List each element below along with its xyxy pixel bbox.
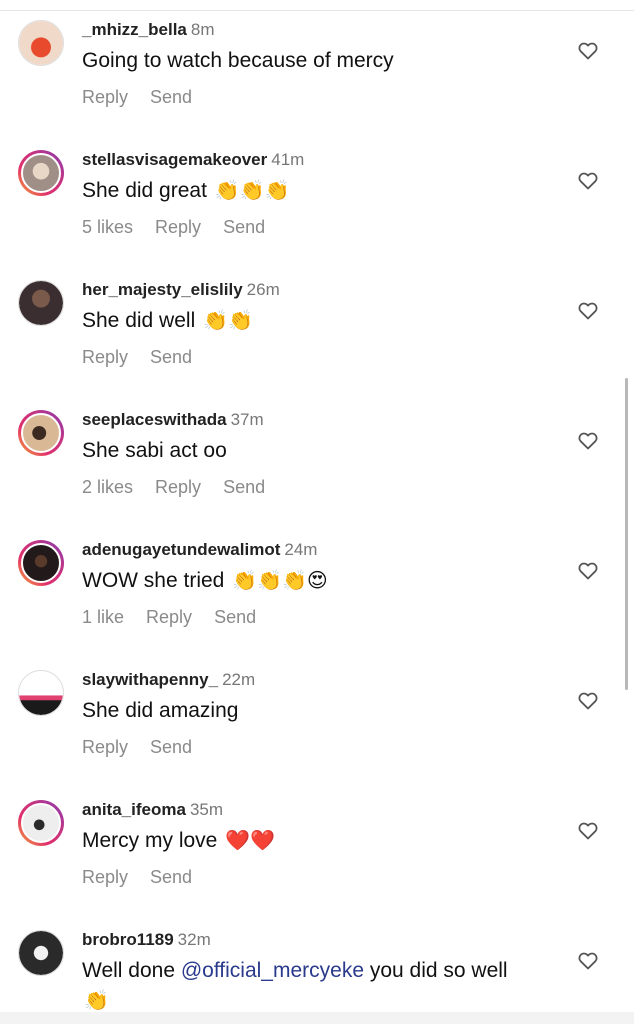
likes-count[interactable]: 2 likes bbox=[82, 477, 133, 497]
timestamp: 24m bbox=[284, 540, 318, 559]
username[interactable]: seeplaceswithada bbox=[82, 410, 227, 429]
comment-item: slaywithapenny_ 22m She did amazing Reply… bbox=[0, 664, 634, 794]
comment-actions: 2 likes Reply Send bbox=[82, 476, 287, 498]
bottom-edge bbox=[0, 1012, 634, 1024]
comment-text: Going to watch because of mercy bbox=[82, 46, 537, 76]
heart-outline-icon[interactable] bbox=[576, 428, 600, 452]
send-button[interactable]: Send bbox=[214, 607, 256, 627]
timestamp: 41m bbox=[271, 150, 305, 169]
heart-outline-icon[interactable] bbox=[576, 38, 600, 62]
comment-text: She did great 👏👏👏 bbox=[82, 176, 537, 206]
timestamp: 37m bbox=[230, 410, 264, 429]
comment-text-after: you did so well bbox=[364, 959, 508, 982]
comment-meta: adenugayetundewalimot 24m bbox=[82, 540, 317, 560]
comments-list: _mhizz_bella 8m Going to watch because of… bbox=[0, 0, 634, 1024]
comment-meta: her_majesty_elislily 26m bbox=[82, 280, 280, 300]
reply-button[interactable]: Reply bbox=[155, 217, 201, 237]
comment-actions: Reply Send bbox=[82, 86, 214, 108]
comment-meta: anita_ifeoma 35m bbox=[82, 800, 223, 820]
reply-button[interactable]: Reply bbox=[82, 347, 128, 367]
avatar[interactable] bbox=[18, 930, 64, 976]
timestamp: 35m bbox=[189, 800, 224, 819]
comment-item: her_majesty_elislily 26m She did well 👏👏 … bbox=[0, 274, 634, 404]
send-button[interactable]: Send bbox=[223, 217, 265, 237]
clapping-hands-emoji: 👏👏👏 bbox=[214, 180, 290, 202]
avatar[interactable] bbox=[18, 150, 64, 196]
timestamp: 26m bbox=[246, 280, 280, 299]
reply-button[interactable]: Reply bbox=[82, 737, 128, 757]
avatar[interactable] bbox=[18, 540, 64, 586]
comment-text: She did amazing bbox=[82, 696, 537, 726]
send-button[interactable]: Send bbox=[150, 737, 192, 757]
avatar[interactable] bbox=[18, 280, 64, 326]
clapping-hands-emoji: 👏👏 bbox=[203, 310, 253, 332]
comment-actions: 1 like Reply Send bbox=[82, 606, 278, 628]
comment-meta: stellasvisagemakeover 41m bbox=[82, 150, 304, 170]
username[interactable]: slaywithapenny_ bbox=[82, 670, 218, 689]
comment-meta: brobro1189 32m bbox=[82, 930, 211, 950]
heart-outline-icon[interactable] bbox=[576, 168, 600, 192]
comment-item: brobro1189 32m Well done @official_mercye… bbox=[0, 924, 634, 1024]
username[interactable]: adenugayetundewalimot bbox=[82, 540, 280, 559]
mention-link[interactable]: @official_mercyeke bbox=[181, 959, 364, 982]
comment-item: _mhizz_bella 8m Going to watch because of… bbox=[0, 14, 634, 144]
comment-text: Mercy my love ❤️❤️ bbox=[82, 826, 537, 856]
comment-text-body: She did amazing bbox=[82, 699, 239, 722]
comment-text-body: She did great bbox=[82, 179, 207, 202]
heart-outline-icon[interactable] bbox=[576, 558, 600, 582]
comment-meta: seeplaceswithada 37m bbox=[82, 410, 264, 430]
comment-text: She did well 👏👏 bbox=[82, 306, 537, 336]
avatar[interactable] bbox=[18, 670, 64, 716]
heart-outline-icon[interactable] bbox=[576, 688, 600, 712]
send-button[interactable]: Send bbox=[150, 347, 192, 367]
comment-text-body: She sabi act oo bbox=[82, 439, 227, 462]
reply-button[interactable]: Reply bbox=[82, 87, 128, 107]
reply-button[interactable]: Reply bbox=[146, 607, 192, 627]
likes-count[interactable]: 1 like bbox=[82, 607, 124, 627]
comment-item: adenugayetundewalimot 24m WOW she tried 👏… bbox=[0, 534, 634, 664]
username[interactable]: _mhizz_bella bbox=[82, 20, 187, 39]
comment-text: She sabi act oo bbox=[82, 436, 537, 466]
heart-outline-icon[interactable] bbox=[576, 818, 600, 842]
comment-text: WOW she tried 👏👏👏😍 bbox=[82, 566, 537, 596]
comment-meta: _mhizz_bella 8m bbox=[82, 20, 215, 40]
avatar[interactable] bbox=[18, 800, 64, 846]
comment-item: stellasvisagemakeover 41m She did great 👏… bbox=[0, 144, 634, 274]
heart-outline-icon[interactable] bbox=[576, 298, 600, 322]
comment-item: seeplaceswithada 37m She sabi act oo 2 li… bbox=[0, 404, 634, 534]
comment-text-body: WOW she tried bbox=[82, 569, 225, 592]
comment-actions: Reply Send bbox=[82, 736, 214, 758]
timestamp: 32m bbox=[177, 930, 211, 949]
comment-actions: Reply Send bbox=[82, 346, 214, 368]
avatar[interactable] bbox=[18, 410, 64, 456]
red-heart-emoji: ❤️❤️ bbox=[225, 830, 276, 852]
avatar[interactable] bbox=[18, 20, 64, 66]
comment-item: anita_ifeoma 35m Mercy my love ❤️❤️ Reply… bbox=[0, 794, 634, 924]
heart-outline-icon[interactable] bbox=[576, 948, 600, 972]
reply-button[interactable]: Reply bbox=[82, 867, 128, 887]
username[interactable]: stellasvisagemakeover bbox=[82, 150, 267, 169]
comment-text-body: Mercy my love bbox=[82, 829, 218, 852]
reply-button[interactable]: Reply bbox=[155, 477, 201, 497]
comment-text-before: Well done bbox=[82, 959, 181, 982]
comment-text-body: She did well bbox=[82, 309, 196, 332]
send-button[interactable]: Send bbox=[150, 87, 192, 107]
clapping-hands-heart-eyes-emoji: 👏👏👏😍 bbox=[232, 570, 328, 592]
send-button[interactable]: Send bbox=[223, 477, 265, 497]
comment-actions: 5 likes Reply Send bbox=[82, 216, 287, 238]
scrollbar[interactable] bbox=[625, 378, 628, 690]
username[interactable]: brobro1189 bbox=[82, 930, 174, 949]
username[interactable]: anita_ifeoma bbox=[82, 800, 186, 819]
username[interactable]: her_majesty_elislily bbox=[82, 280, 243, 299]
send-button[interactable]: Send bbox=[150, 867, 192, 887]
timestamp: 8m bbox=[190, 20, 215, 39]
comment-text: Well done @official_mercyeke you did so … bbox=[82, 956, 537, 1016]
timestamp: 22m bbox=[222, 670, 256, 689]
comment-meta: slaywithapenny_ 22m bbox=[82, 670, 255, 690]
comment-text-body: Going to watch because of mercy bbox=[82, 49, 394, 72]
likes-count[interactable]: 5 likes bbox=[82, 217, 133, 237]
comment-actions: Reply Send bbox=[82, 866, 214, 888]
